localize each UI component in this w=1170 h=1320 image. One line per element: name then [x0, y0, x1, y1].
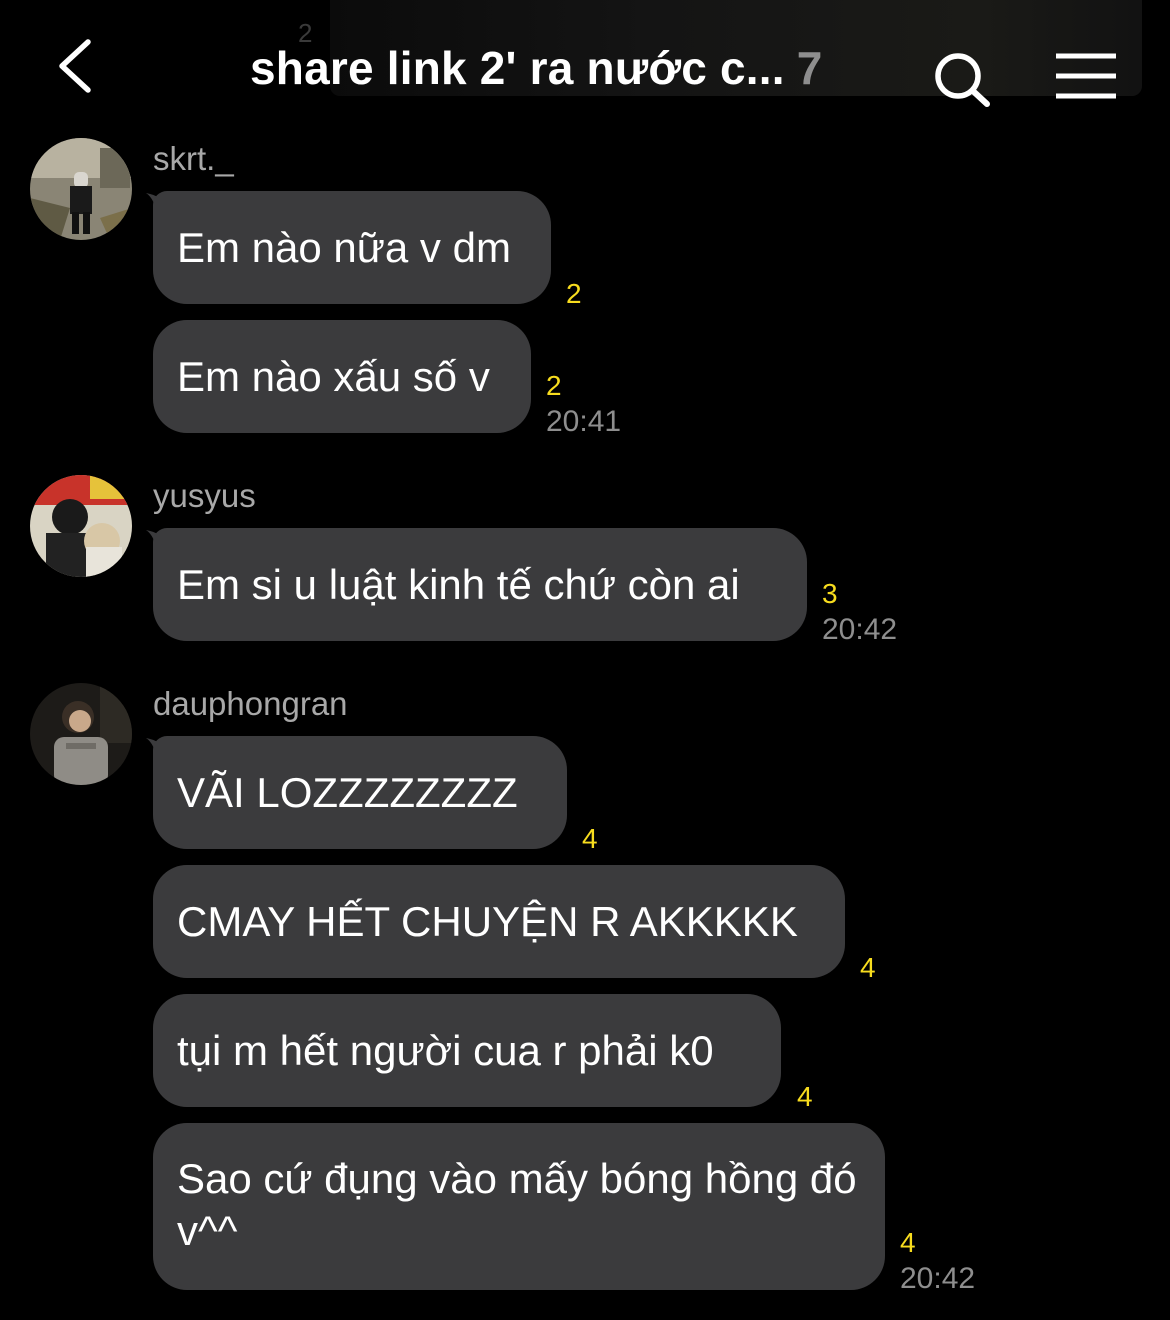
message-text: VÃI LOZZZZZZZZ: [177, 768, 518, 816]
message-bubble[interactable]: Em nào nữa v dm: [153, 191, 551, 304]
message-text: CMAY HẾT CHUYỆN R AKKKKK: [177, 897, 798, 945]
search-icon: [935, 53, 990, 107]
back-button[interactable]: [50, 34, 110, 98]
sender-name: yusyus: [153, 477, 256, 514]
message-bubble[interactable]: Em nào xấu số v: [153, 320, 531, 433]
avatar[interactable]: [30, 475, 132, 577]
message-bubble[interactable]: CMAY HẾT CHUYỆN R AKKKKK: [153, 865, 845, 978]
message-text: Em nào xấu số v: [177, 352, 490, 400]
chat-header: 2 share link 2' ra nước c... 7: [0, 0, 1170, 130]
avatar[interactable]: [30, 683, 132, 785]
unread-count: 4: [860, 952, 876, 983]
sender-name: dauphongran: [153, 685, 348, 722]
chevron-left-icon: [59, 39, 91, 93]
unread-count: 4: [797, 1081, 813, 1112]
menu-button[interactable]: [1052, 50, 1122, 102]
message-time: 20:41: [546, 405, 622, 438]
message-time: 20:42: [822, 613, 898, 646]
message-bubble[interactable]: Sao cứ đụng vào mấy bóng hồng đó v^^: [153, 1123, 885, 1290]
avatar-yusyus-image: [30, 475, 132, 577]
chat-title-area[interactable]: share link 2' ra nước c... 7: [250, 38, 822, 98]
avatar[interactable]: [30, 138, 132, 240]
message-text: Em si u luật kinh tế chứ còn ai: [177, 560, 740, 608]
unread-count: 2: [566, 278, 582, 309]
unread-count: 4: [582, 823, 598, 854]
unread-count: 4: [900, 1227, 916, 1258]
message-bubble[interactable]: tụi m hết người cua r phải k0: [153, 994, 781, 1107]
sender-name: skrt._: [153, 140, 234, 177]
message-time: 20:42: [900, 1262, 976, 1295]
unread-count: 3: [822, 578, 838, 609]
menu-icon: [1056, 53, 1116, 99]
unread-count: 2: [546, 370, 562, 401]
message-bubble[interactable]: Em si u luật kinh tế chứ còn ai: [153, 528, 807, 641]
message-bubble[interactable]: VÃI LOZZZZZZZZ: [153, 736, 567, 849]
member-count: 7: [796, 42, 823, 94]
chat-title: share link 2' ra nước c...: [250, 42, 785, 94]
message-text: Sao cứ đụng vào mấy bóng hồng đó v^^: [177, 1155, 857, 1254]
avatar-dauphongran-image: [30, 683, 132, 785]
message-text: Em nào nữa v dm: [177, 223, 511, 271]
message-text: tụi m hết người cua r phải k0: [177, 1026, 714, 1074]
avatar-skrt-image: [30, 138, 132, 240]
search-button[interactable]: [930, 50, 994, 110]
